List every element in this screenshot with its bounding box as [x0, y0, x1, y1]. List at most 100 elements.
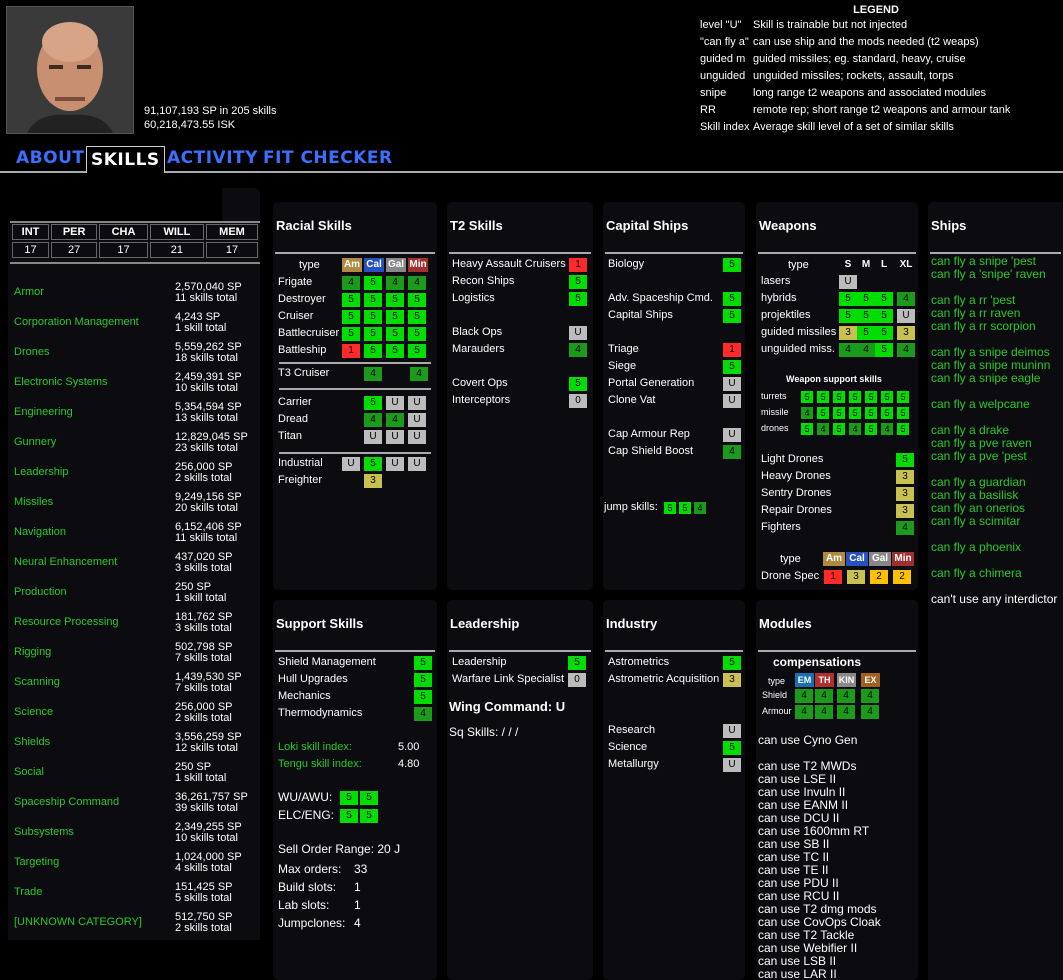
skill-level-cell: 4	[857, 343, 875, 357]
skill-level-cell: U	[408, 430, 426, 444]
skill-level-cell: 5	[817, 407, 829, 419]
weapon-type-name: projektiles	[761, 309, 811, 321]
skill-level-cell: 3	[896, 470, 914, 484]
skill-points: 91,107,193 SP in 205 skills	[144, 105, 277, 117]
category-link[interactable]: Scanning	[14, 676, 60, 688]
category-link[interactable]: Science	[14, 706, 53, 718]
category-link[interactable]: Resource Processing	[14, 616, 119, 628]
tab-fit-checker[interactable]: FIT CHECKER	[263, 148, 393, 168]
skill-level-cell: U	[723, 377, 741, 391]
capital-skill-name: Capital Ships	[608, 309, 673, 321]
support-skill-name: Thermodynamics	[278, 707, 363, 719]
skill-level-cell: 1	[342, 344, 360, 358]
skill-level-cell: 5	[801, 423, 813, 435]
category-link[interactable]: Navigation	[14, 526, 66, 538]
character-portrait	[6, 6, 134, 134]
attribute-value: 27	[51, 242, 98, 258]
category-link[interactable]: Targeting	[14, 856, 59, 868]
weapons-title: Weapons	[759, 218, 817, 233]
jump-skills-label: jump skills:	[604, 501, 658, 513]
skill-level-cell: 1	[723, 343, 741, 357]
category-link[interactable]: Gunnery	[14, 436, 56, 448]
legend-desc: Skill is trainable but not injected	[753, 19, 908, 31]
skill-level-cell: 4	[861, 705, 879, 719]
skill-level-cell: 2	[893, 570, 911, 584]
skill-level-cell: U	[386, 430, 404, 444]
tab-activity[interactable]: ACTIVITY	[167, 148, 258, 168]
legend-key: level "U"	[700, 19, 742, 31]
skill-level-cell: 5	[569, 292, 587, 306]
skill-level-cell: 4	[410, 367, 428, 381]
category-link[interactable]: Electronic Systems	[14, 376, 108, 388]
sell-order-range: Sell Order Range: 20 J	[278, 842, 401, 856]
skill-level-cell: 4	[837, 689, 855, 703]
category-skill-count: 3 skills total	[175, 622, 232, 634]
squad-skills: Sq Skills: / / /	[449, 725, 519, 739]
attribute-value: 21	[149, 242, 205, 258]
skill-level-cell: 5	[849, 391, 861, 403]
module-capability-item: can use LAR II	[758, 967, 837, 980]
weapon-type-name: hybrids	[761, 292, 797, 304]
divider	[279, 362, 431, 364]
skill-level-cell: 4	[861, 689, 879, 703]
category-link[interactable]: Social	[14, 766, 44, 778]
compensations-title: compensations	[773, 655, 862, 669]
category-link[interactable]: Trade	[14, 886, 42, 898]
category-skill-count: 11 skills total	[175, 532, 238, 544]
category-link[interactable]: Corporation Management	[14, 316, 139, 328]
divider	[279, 452, 431, 454]
tab-about[interactable]: ABOUT	[16, 148, 84, 168]
drone-skill-name: Light Drones	[761, 453, 824, 465]
racial-type-header: type	[299, 259, 320, 271]
support-stat-value: 1	[354, 898, 361, 912]
industrial-label: Industrial	[278, 457, 323, 469]
skill-level-cell: 5	[865, 391, 877, 403]
compensation-row-name: Shield	[762, 690, 788, 700]
skill-level-cell: 5	[865, 407, 877, 419]
category-link[interactable]: [UNKNOWN CATEGORY]	[14, 916, 142, 928]
legend-desc: remote rep; short range t2 weapons and a…	[753, 104, 1011, 116]
skill-level-cell: 4	[897, 343, 915, 357]
tab-skills[interactable]: SKILLS	[86, 146, 165, 173]
attribute-header: WILL	[149, 224, 205, 240]
racial-skills-panel: Racial Skills type Am Cal Gal Min Frigate 4 5 4 4…	[273, 202, 437, 590]
racial-skills-title: Racial Skills	[276, 218, 352, 233]
legend-key: Skill index	[700, 121, 750, 133]
industry-skill-name: Astrometrics	[608, 656, 670, 668]
capital-ship-name: Dread	[278, 413, 308, 425]
skill-level-cell: 5	[865, 423, 877, 435]
category-link[interactable]: Missiles	[14, 496, 53, 508]
category-link[interactable]: Subsystems	[14, 826, 74, 838]
category-link[interactable]: Leadership	[14, 466, 68, 478]
capital-skill-name: Cap Armour Rep	[608, 428, 690, 440]
capital-skill-name: Cap Shield Boost	[608, 445, 693, 457]
category-skill-count: 18 skills total	[175, 352, 238, 364]
category-link[interactable]: Neural Enhancement	[14, 556, 117, 568]
capital-skill-name: Clone Vat	[608, 394, 656, 406]
skill-level-cell: 5	[408, 344, 426, 358]
skill-level-cell: 5	[364, 327, 382, 341]
skill-level-cell: 5	[723, 258, 741, 272]
ship-capability-item: can fly a rr scorpion	[931, 319, 1036, 333]
skill-level-cell: 5	[569, 377, 587, 391]
weapon-size-header: L	[880, 259, 888, 270]
resist-header: EM	[795, 673, 814, 687]
support-stat-label: Jumpclones:	[278, 916, 346, 930]
attribute-value: 17	[99, 242, 148, 258]
category-link[interactable]: Spaceship Command	[14, 796, 119, 808]
skill-level-cell: 5	[833, 407, 845, 419]
category-link[interactable]: Shields	[14, 736, 50, 748]
skill-level-cell: 5	[897, 407, 909, 419]
resist-header: KIN	[837, 673, 856, 687]
industry-skill-name: Astrometric Acquisition	[608, 673, 720, 685]
category-link[interactable]: Production	[14, 586, 67, 598]
skill-level-cell: 5	[723, 309, 741, 323]
skill-level-cell: 5	[408, 293, 426, 307]
category-link[interactable]: Armor	[14, 286, 44, 298]
racial-skill-name: Frigate	[278, 276, 313, 288]
category-link[interactable]: Rigging	[14, 646, 51, 658]
category-link[interactable]: Drones	[14, 346, 49, 358]
category-skill-count: 5 skills total	[175, 892, 232, 904]
category-link[interactable]: Engineering	[14, 406, 73, 418]
divider	[279, 388, 431, 390]
